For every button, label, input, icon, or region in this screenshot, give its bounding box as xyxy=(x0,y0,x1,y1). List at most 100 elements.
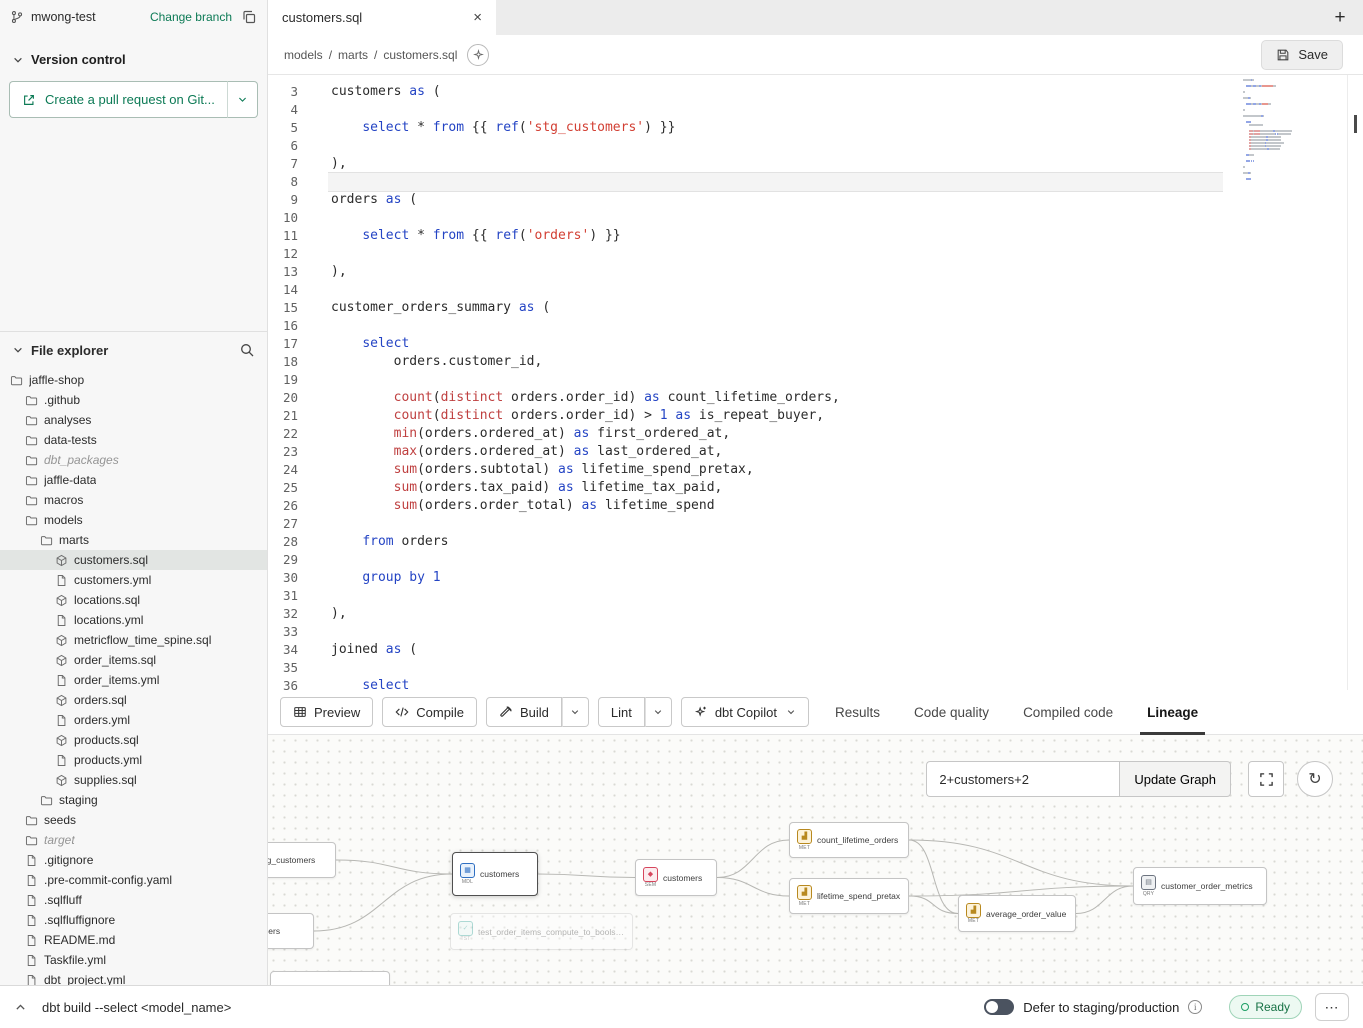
lineage-node-count_lifetime_orders[interactable]: ▟METcount_lifetime_orders xyxy=(789,822,909,858)
more-menu-button[interactable]: ⋯ xyxy=(1315,993,1349,1021)
file-tree-item-.sqlfluff[interactable]: .sqlfluff xyxy=(0,890,267,910)
tab-lineage[interactable]: Lineage xyxy=(1130,690,1215,735)
lint-dropdown-button[interactable] xyxy=(645,697,672,727)
new-tab-button[interactable]: + xyxy=(1317,0,1363,35)
info-icon[interactable]: i xyxy=(1188,1000,1202,1014)
file-tree-item-order_items.sql[interactable]: order_items.sql xyxy=(0,650,267,670)
code-text[interactable]: joined as ( xyxy=(328,641,1223,659)
code-text[interactable]: sum(orders.tax_paid) as lifetime_tax_pai… xyxy=(328,479,1223,497)
code-text[interactable] xyxy=(328,281,1223,299)
code-text[interactable] xyxy=(328,551,1223,569)
search-icon[interactable] xyxy=(239,342,255,358)
code-text[interactable]: from orders xyxy=(328,533,1223,551)
prettify-icon[interactable] xyxy=(467,44,489,66)
code-text[interactable]: select * from {{ ref('orders') }} xyxy=(328,227,1223,245)
copy-icon[interactable] xyxy=(241,9,257,25)
tab-compiled-code[interactable]: Compiled code xyxy=(1006,690,1130,735)
code-text[interactable]: sum(orders.subtotal) as lifetime_spend_p… xyxy=(328,461,1223,479)
code-text[interactable]: count(distinct orders.order_id) as count… xyxy=(328,389,1223,407)
code-text[interactable]: customers as ( xyxy=(328,83,1223,101)
build-button[interactable]: Build xyxy=(486,697,562,727)
file-tree-item-.pre-commit-config.yaml[interactable]: .pre-commit-config.yaml xyxy=(0,870,267,890)
fullscreen-icon[interactable] xyxy=(1248,761,1284,797)
lineage-node-partial_node[interactable] xyxy=(270,971,390,985)
code-text[interactable]: ), xyxy=(328,155,1223,173)
code-text[interactable]: select * from {{ ref('stg_customers') }} xyxy=(328,119,1223,137)
file-tree-item-orders.yml[interactable]: orders.yml xyxy=(0,710,267,730)
save-button[interactable]: Save xyxy=(1261,40,1343,70)
code-text[interactable]: ), xyxy=(328,263,1223,281)
create-pr-dropdown-button[interactable] xyxy=(228,81,258,118)
code-text[interactable] xyxy=(328,623,1223,641)
code-text[interactable] xyxy=(328,587,1223,605)
code-text[interactable]: group by 1 xyxy=(328,569,1223,587)
code-text[interactable]: min(orders.ordered_at) as first_ordered_… xyxy=(328,425,1223,443)
chevron-up-icon[interactable] xyxy=(8,1001,32,1014)
code-text[interactable]: ), xyxy=(328,605,1223,623)
file-tree-item-staging[interactable]: staging xyxy=(0,790,267,810)
code-text[interactable] xyxy=(328,659,1223,677)
file-tree-item-customers.sql[interactable]: customers.sql xyxy=(0,550,267,570)
file-tree-item-marts[interactable]: marts xyxy=(0,530,267,550)
file-tree-item-supplies.sql[interactable]: supplies.sql xyxy=(0,770,267,790)
lineage-search-input[interactable] xyxy=(926,761,1119,797)
refresh-icon[interactable]: ↻ xyxy=(1297,761,1333,797)
code-text[interactable] xyxy=(328,173,1223,191)
file-tree-item-seeds[interactable]: seeds xyxy=(0,810,267,830)
code-text[interactable]: count(distinct orders.order_id) > 1 as i… xyxy=(328,407,1223,425)
file-tree-item-jaffle-data[interactable]: jaffle-data xyxy=(0,470,267,490)
file-tree-item-locations.yml[interactable]: locations.yml xyxy=(0,610,267,630)
file-tree-item-analyses[interactable]: analyses xyxy=(0,410,267,430)
code-text[interactable]: max(orders.ordered_at) as last_ordered_a… xyxy=(328,443,1223,461)
scrollbar-thumb[interactable] xyxy=(1354,115,1357,133)
create-pr-button[interactable]: Create a pull request on Git... xyxy=(9,81,228,118)
lineage-node-lifetime_spend_pretax[interactable]: ▟METlifetime_spend_pretax xyxy=(789,878,909,914)
lineage-node-customers_mdl[interactable]: ▦MDLcustomers xyxy=(452,852,538,896)
tab-results[interactable]: Results xyxy=(818,690,897,735)
code-text[interactable]: orders as ( xyxy=(328,191,1223,209)
chevron-down-icon[interactable] xyxy=(12,344,24,356)
lint-button[interactable]: Lint xyxy=(598,697,645,727)
defer-toggle[interactable] xyxy=(984,999,1014,1015)
code-text[interactable]: orders.customer_id, xyxy=(328,353,1223,371)
file-tree-item-models[interactable]: models xyxy=(0,510,267,530)
file-tree-item-macros[interactable]: macros xyxy=(0,490,267,510)
code-text[interactable] xyxy=(328,317,1223,335)
file-tree-item-customers.yml[interactable]: customers.yml xyxy=(0,570,267,590)
build-dropdown-button[interactable] xyxy=(562,697,589,727)
lineage-node-test_order_items[interactable]: ✓TSTtest_order_items_compute_to_bools_..… xyxy=(450,913,633,950)
code-text[interactable] xyxy=(328,245,1223,263)
file-tree-item-.gitignore[interactable]: .gitignore xyxy=(0,850,267,870)
file-tree-item-target[interactable]: target xyxy=(0,830,267,850)
file-tree-item-metricflow_time_spine.sql[interactable]: metricflow_time_spine.sql xyxy=(0,630,267,650)
file-tree-item-order_items.yml[interactable]: order_items.yml xyxy=(0,670,267,690)
close-icon[interactable]: × xyxy=(473,10,482,25)
code-text[interactable] xyxy=(328,209,1223,227)
code-text[interactable]: sum(orders.order_total) as lifetime_spen… xyxy=(328,497,1223,515)
code-text[interactable] xyxy=(328,371,1223,389)
code-editor[interactable]: 3customers as (45 select * from {{ ref('… xyxy=(268,75,1363,690)
preview-button[interactable]: Preview xyxy=(280,697,373,727)
file-tree-item-locations.sql[interactable]: locations.sql xyxy=(0,590,267,610)
file-tree-item-orders.sql[interactable]: orders.sql xyxy=(0,690,267,710)
file-tree-item-.github[interactable]: .github xyxy=(0,390,267,410)
file-tree-item-dbt_packages[interactable]: dbt_packages xyxy=(0,450,267,470)
lineage-node-orders[interactable]: ▦MDLorders xyxy=(268,913,314,949)
lineage-node-customers_sem[interactable]: ◆SEMcustomers xyxy=(635,859,717,896)
command-bar[interactable]: dbt build --select <model_name> xyxy=(42,1000,231,1015)
code-text[interactable] xyxy=(328,101,1223,119)
code-text[interactable] xyxy=(328,515,1223,533)
file-tree-item-data-tests[interactable]: data-tests xyxy=(0,430,267,450)
tab-code-quality[interactable]: Code quality xyxy=(897,690,1006,735)
file-tree-item-products.sql[interactable]: products.sql xyxy=(0,730,267,750)
file-tree-item-dbt_project.yml[interactable]: dbt_project.yml xyxy=(0,970,267,985)
code-text[interactable]: customer_orders_summary as ( xyxy=(328,299,1223,317)
lineage-node-customer_order_metrics[interactable]: ▤QRYcustomer_order_metrics xyxy=(1133,867,1267,905)
lineage-node-average_order_value[interactable]: ▟METaverage_order_value xyxy=(958,895,1076,932)
file-tree-item-.sqlfluffignore[interactable]: .sqlfluffignore xyxy=(0,910,267,930)
compile-button[interactable]: Compile xyxy=(382,697,477,727)
code-text[interactable]: select xyxy=(328,335,1223,353)
lineage-node-stg_customers[interactable]: ▦MDLstg_customers xyxy=(268,842,336,878)
file-tree-item-jaffle-shop[interactable]: jaffle-shop xyxy=(0,370,267,390)
file-tree-item-Taskfile.yml[interactable]: Taskfile.yml xyxy=(0,950,267,970)
